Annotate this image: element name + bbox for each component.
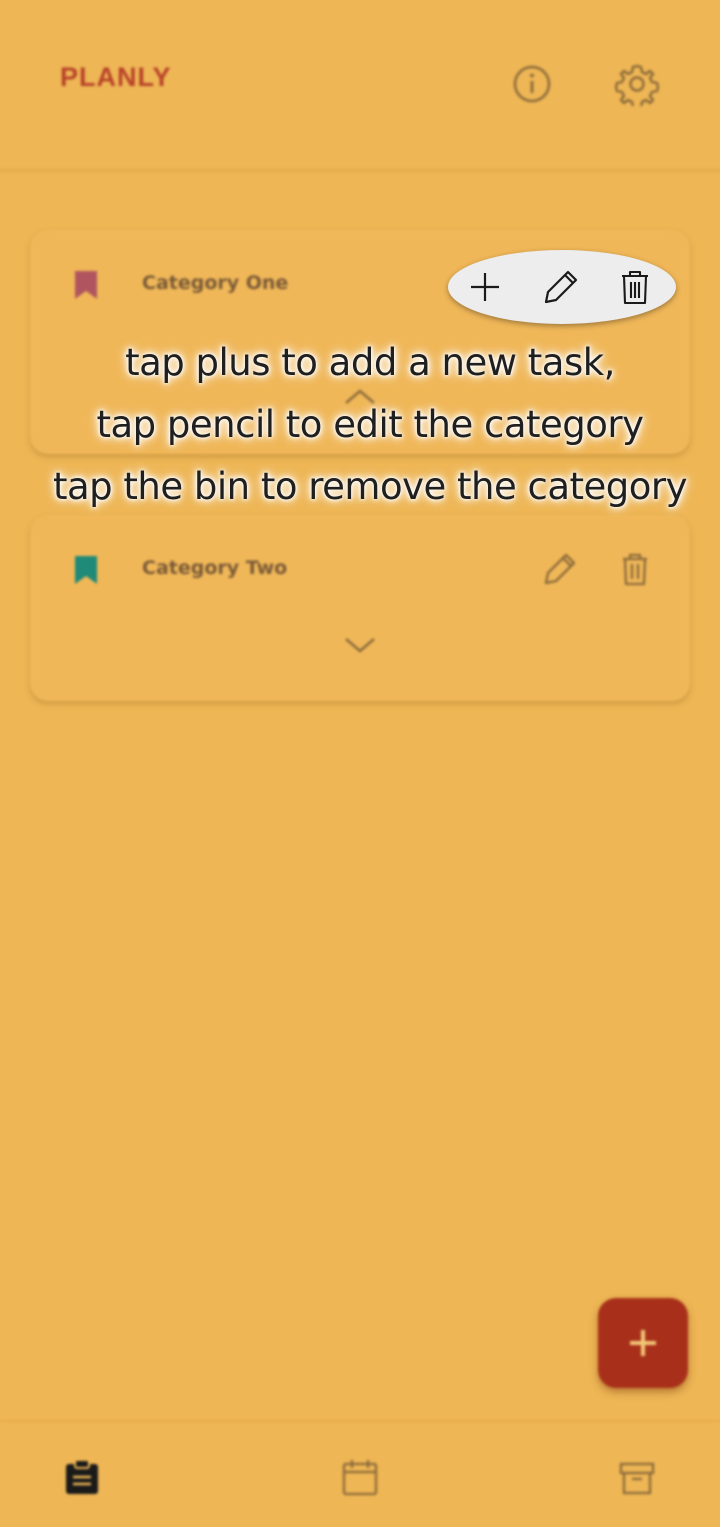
app-header: PLANLY bbox=[0, 0, 720, 172]
pencil-icon[interactable] bbox=[542, 268, 580, 306]
add-category-button[interactable] bbox=[598, 1298, 688, 1388]
bookmark-icon bbox=[75, 271, 97, 299]
chevron-down-icon[interactable] bbox=[342, 633, 378, 657]
tip-line: tap pencil to edit the category bbox=[96, 403, 645, 446]
app-title: PLANLY bbox=[60, 62, 172, 92]
category-title: Category One bbox=[142, 272, 289, 294]
plus-icon[interactable] bbox=[466, 268, 504, 306]
tutorial-tip: tap plus to add a new task, tap pencil t… bbox=[0, 332, 720, 518]
trash-icon[interactable] bbox=[616, 268, 654, 306]
bookmark-icon bbox=[75, 556, 97, 584]
trash-icon[interactable] bbox=[617, 551, 653, 587]
tip-line: tap plus to add a new task, bbox=[125, 341, 615, 384]
tip-line: tap the bin to remove the category bbox=[52, 465, 688, 508]
clipboard-icon[interactable] bbox=[62, 1458, 102, 1498]
archive-icon[interactable] bbox=[617, 1458, 657, 1498]
background-screen: PLANLY Category One Category Two bbox=[0, 0, 720, 1527]
category-card-two[interactable]: Category Two bbox=[30, 515, 690, 701]
bottom-nav bbox=[0, 1420, 720, 1527]
calendar-icon[interactable] bbox=[340, 1458, 380, 1498]
info-icon[interactable] bbox=[510, 62, 554, 106]
category-title: Category Two bbox=[142, 557, 288, 579]
pencil-icon[interactable] bbox=[542, 551, 578, 587]
gear-icon[interactable] bbox=[615, 62, 659, 106]
plus-icon bbox=[630, 1330, 656, 1356]
